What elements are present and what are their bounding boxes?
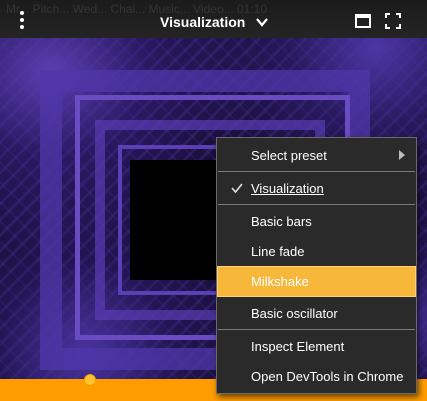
menu-item-label: Inspect Element bbox=[251, 338, 345, 354]
menu-item-label: Open DevTools in Chrome bbox=[251, 368, 404, 384]
menu-separator bbox=[218, 171, 415, 172]
visualization-dropdown[interactable]: Visualization bbox=[160, 10, 269, 34]
menu-separator bbox=[218, 329, 415, 330]
chevron-down-icon bbox=[256, 18, 269, 27]
menu-item-label: Line fade bbox=[251, 243, 305, 259]
fullscreen-icon[interactable] bbox=[385, 13, 401, 29]
visualization-dropdown-label: Visualization bbox=[160, 14, 246, 30]
menu-item-label: Basic bars bbox=[251, 213, 312, 229]
player-topbar: Mr... Pitch... Wed... Chai... Music... V… bbox=[0, 0, 427, 38]
menu-item-label: Basic oscillator bbox=[251, 305, 338, 321]
menu-item-basic-bars[interactable]: Basic bars bbox=[218, 208, 415, 234]
menu-item-label: Select preset bbox=[251, 147, 327, 163]
window-icon[interactable] bbox=[355, 14, 371, 28]
submenu-arrow-icon bbox=[399, 150, 405, 160]
menu-item-basic-oscillator[interactable]: Basic oscillator bbox=[218, 300, 415, 326]
menu-item-label: Milkshake bbox=[251, 274, 309, 289]
menu-item-open-devtools[interactable]: Open DevTools in Chrome bbox=[218, 363, 415, 389]
menu-item-select-preset[interactable]: Select preset bbox=[218, 142, 415, 168]
menu-separator bbox=[218, 204, 415, 205]
menu-item-visualization[interactable]: Visualization bbox=[218, 175, 415, 201]
menu-item-milkshake[interactable]: Milkshake bbox=[217, 266, 416, 297]
menu-item-inspect-element[interactable]: Inspect Element bbox=[218, 333, 415, 359]
menu-item-line-fade[interactable]: Line fade bbox=[218, 238, 415, 264]
more-vert-icon[interactable] bbox=[12, 10, 32, 32]
checkmark-icon bbox=[231, 183, 243, 194]
menu-item-label: Visualization bbox=[251, 180, 324, 196]
seek-thumb[interactable] bbox=[83, 374, 96, 386]
context-menu: Select preset Visualization Basic bars L… bbox=[216, 137, 417, 394]
